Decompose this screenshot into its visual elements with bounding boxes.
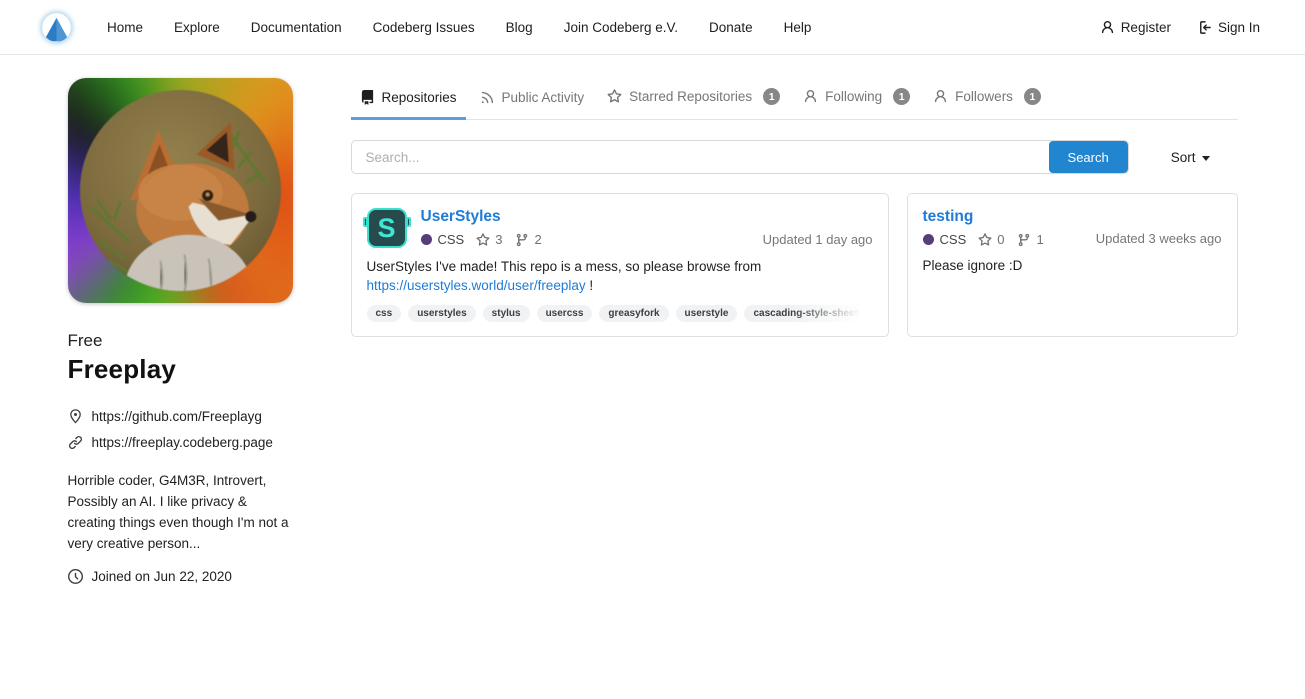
person-icon (933, 89, 948, 104)
nav-item-explore[interactable]: Explore (174, 20, 220, 35)
tab-following[interactable]: Following 1 (794, 78, 919, 120)
following-count-badge: 1 (893, 88, 910, 105)
repo-topics: css userstyles stylus usercss greasyfork… (367, 295, 873, 322)
repo-card-userstyles: S UserStyles CSS 3 2 (351, 193, 889, 337)
clock-icon (68, 569, 83, 584)
nav-item-blog[interactable]: Blog (506, 20, 533, 35)
repo-stats: CSS 3 2 (421, 232, 555, 247)
search-input[interactable] (352, 141, 1049, 173)
star-count: 3 (495, 232, 502, 247)
repo-updated: Updated 3 weeks ago (1096, 231, 1222, 247)
followers-count-badge: 1 (1024, 88, 1041, 105)
star-icon (978, 233, 992, 247)
fork-count: 1 (1036, 232, 1043, 247)
repo-search-bar: Search (351, 140, 1129, 174)
sign-in-label: Sign In (1218, 20, 1260, 35)
tab-starred-repositories[interactable]: Starred Repositories 1 (598, 78, 789, 120)
profile-joined: Joined on Jun 22, 2020 (68, 569, 296, 584)
sort-label: Sort (1171, 150, 1196, 165)
nav-item-donate[interactable]: Donate (709, 20, 753, 35)
topic-tag[interactable]: css (367, 305, 402, 322)
star-count: 0 (997, 232, 1004, 247)
topic-tag[interactable]: stylus (483, 305, 530, 322)
nav-item-help[interactable]: Help (784, 20, 812, 35)
topic-tag[interactable]: userstyles (408, 305, 475, 322)
main-nav: Home Explore Documentation Codeberg Issu… (107, 20, 811, 35)
codeberg-mountain-icon (40, 11, 73, 44)
topic-tag[interactable]: greasyfork (599, 305, 668, 322)
sort-dropdown[interactable]: Sort (1171, 150, 1210, 165)
profile-website[interactable]: https://freeplay.codeberg.page (68, 435, 296, 450)
userstyles-world-link[interactable]: https://userstyles.world/user/freeplay (367, 278, 586, 293)
starred-count-badge: 1 (763, 88, 780, 105)
repo-language: CSS (438, 232, 465, 247)
userstyles-logo-letter: S (377, 215, 395, 242)
topic-tag[interactable]: userstyle (676, 305, 738, 322)
profile-avatar (68, 78, 293, 303)
nav-item-home[interactable]: Home (107, 20, 143, 35)
profile-bio: Horrible coder, G4M3R, Introvert, Possib… (68, 470, 296, 554)
language-dot (421, 234, 432, 245)
profile-website-text: https://freeplay.codeberg.page (92, 435, 273, 450)
tab-followers[interactable]: Followers 1 (924, 78, 1050, 120)
fork-icon (515, 233, 529, 247)
tab-public-activity-label: Public Activity (502, 90, 585, 105)
repo-link-testing[interactable]: testing (923, 208, 1057, 226)
register-label: Register (1121, 20, 1171, 35)
userstyles-repo-avatar: S (367, 208, 407, 248)
nav-item-codeberg-issues[interactable]: Codeberg Issues (373, 20, 475, 35)
location-pin-icon (68, 409, 83, 424)
profile-display-name: Free (68, 331, 296, 351)
profile-location: https://github.com/Freeplayg (68, 409, 296, 424)
logo-knob (363, 217, 368, 227)
repo-icon (360, 90, 375, 105)
person-icon (803, 89, 818, 104)
repo-link-userstyles[interactable]: UserStyles (421, 208, 555, 226)
star-icon (607, 89, 622, 104)
repo-updated: Updated 1 day ago (763, 232, 873, 248)
fork-count: 2 (534, 232, 541, 247)
topic-tag[interactable]: usercss (537, 305, 593, 322)
repo-description: Please ignore :D (923, 257, 1222, 276)
link-icon (68, 435, 83, 450)
fox-avatar-image (80, 90, 281, 291)
chevron-down-icon (1202, 156, 1210, 161)
tab-public-activity[interactable]: Public Activity (471, 80, 594, 120)
person-icon (1100, 20, 1115, 35)
tab-starred-repositories-label: Starred Repositories (629, 89, 752, 104)
register-link[interactable]: Register (1100, 20, 1171, 35)
logo-knob (406, 217, 411, 227)
sign-in-icon (1197, 20, 1212, 35)
profile-location-text: https://github.com/Freeplayg (92, 409, 262, 424)
repo-language: CSS (940, 232, 967, 247)
tab-repositories-label: Repositories (382, 90, 457, 105)
rss-icon (480, 90, 495, 105)
repo-description-text: UserStyles I've made! This repo is a mes… (367, 259, 762, 274)
repo-card-testing: testing CSS 0 1 Updated 3 weeks ago Plea… (907, 193, 1238, 337)
profile-joined-text: Joined on Jun 22, 2020 (92, 569, 232, 584)
profile-tabs: Repositories Public Activity Starred Rep… (351, 78, 1238, 120)
profile-sidebar: Free Freeplay https://github.com/Freepla… (68, 78, 296, 584)
search-button[interactable]: Search (1049, 141, 1128, 173)
top-navbar: Home Explore Documentation Codeberg Issu… (0, 0, 1305, 55)
repo-description: UserStyles I've made! This repo is a mes… (367, 258, 873, 295)
sign-in-link[interactable]: Sign In (1197, 20, 1260, 35)
fork-icon (1017, 233, 1031, 247)
topic-tag[interactable]: cascading-style-sheets (744, 305, 872, 322)
tab-repositories[interactable]: Repositories (351, 80, 466, 120)
codeberg-logo[interactable] (40, 11, 73, 44)
tab-followers-label: Followers (955, 89, 1013, 104)
tab-following-label: Following (825, 89, 882, 104)
language-dot (923, 234, 934, 245)
repo-stats: CSS 0 1 (923, 232, 1057, 247)
repo-list: S UserStyles CSS 3 2 (351, 193, 1238, 337)
profile-username: Freeplay (68, 354, 296, 385)
star-icon (476, 233, 490, 247)
repo-description-suffix: ! (586, 278, 594, 293)
nav-item-join-codeberg[interactable]: Join Codeberg e.V. (564, 20, 678, 35)
nav-item-documentation[interactable]: Documentation (251, 20, 342, 35)
